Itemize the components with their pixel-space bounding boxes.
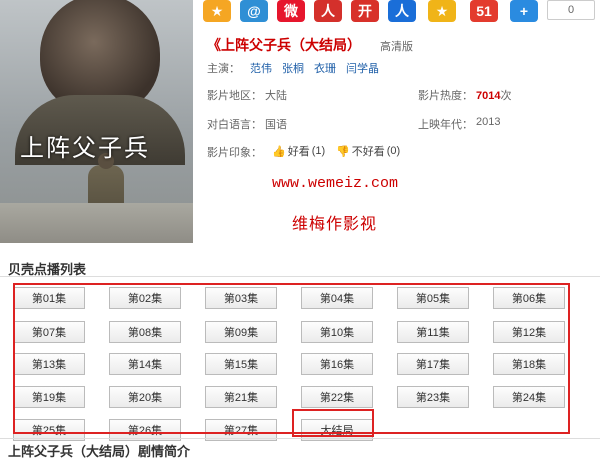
share-count: 0 xyxy=(547,0,595,20)
divider xyxy=(0,438,600,439)
year-label: 上映年代： xyxy=(418,119,473,131)
bad-count: (0) xyxy=(386,145,401,157)
renren-icon[interactable]: 人 xyxy=(314,0,342,22)
bad-vote[interactable]: 👎 不好看 (0) xyxy=(336,143,400,159)
heat-label: 影片热度： xyxy=(418,90,473,102)
region-value: 大陆 xyxy=(265,90,287,102)
pengyou-star-icon[interactable]: ★ xyxy=(428,0,456,22)
cast-label: 主演： xyxy=(207,63,240,75)
highlight-box-final xyxy=(292,409,374,437)
weibo-tencent-icon[interactable]: @ xyxy=(240,0,268,22)
movie-title: 《上阵父子兵（大结局） xyxy=(207,37,361,53)
language-value: 国语 xyxy=(265,119,287,131)
good-count: (1) xyxy=(311,145,326,157)
cast-link[interactable]: 张桐 xyxy=(282,60,304,76)
heat-value: 7014 xyxy=(476,90,501,102)
kaixin-icon[interactable]: 开 xyxy=(351,0,379,22)
cast-link[interactable]: 衣珊 xyxy=(314,60,336,76)
more-plus-icon[interactable]: + xyxy=(510,0,538,22)
qzone-star-icon[interactable]: ★ xyxy=(203,0,231,22)
synopsis-heading: 上阵父子兵（大结局）剧情简介 xyxy=(8,441,191,460)
bad-label: 不好看 xyxy=(351,146,385,158)
year-value: 2013 xyxy=(476,116,501,128)
heat-value-wrap: 7014次 xyxy=(476,87,511,103)
language-label: 对白语言： xyxy=(207,119,262,131)
movie-poster[interactable]: 上阵父子兵 xyxy=(0,0,193,243)
watermark-name: 维梅作影视 xyxy=(292,214,378,233)
good-label: 好看 xyxy=(287,146,310,158)
quality-tag: 高清版 xyxy=(380,41,413,53)
impression-label: 影片印象： xyxy=(207,147,262,159)
cast-link[interactable]: 范伟 xyxy=(250,60,272,76)
cast-link[interactable]: 闫学晶 xyxy=(346,60,379,76)
poster-ground xyxy=(0,203,193,243)
poster-title-art: 上阵父子兵 xyxy=(20,134,150,162)
region-label: 影片地区： xyxy=(207,90,262,102)
good-vote[interactable]: 👍 好看 (1) xyxy=(272,143,325,159)
cast-row: 主演： 范伟 张桐 衣珊 闫学晶 xyxy=(207,60,379,76)
renren-blue-icon[interactable]: 人 xyxy=(388,0,416,22)
thumbs-down-icon: 👎 xyxy=(336,145,350,158)
watermark-url: www.wemeiz.com xyxy=(272,175,399,192)
thumbs-up-icon: 👍 xyxy=(272,145,286,158)
sina-weibo-icon[interactable]: 微 xyxy=(277,0,305,22)
divider xyxy=(0,276,600,277)
51-icon[interactable]: 51 xyxy=(470,0,498,22)
heat-unit: 次 xyxy=(500,90,512,102)
